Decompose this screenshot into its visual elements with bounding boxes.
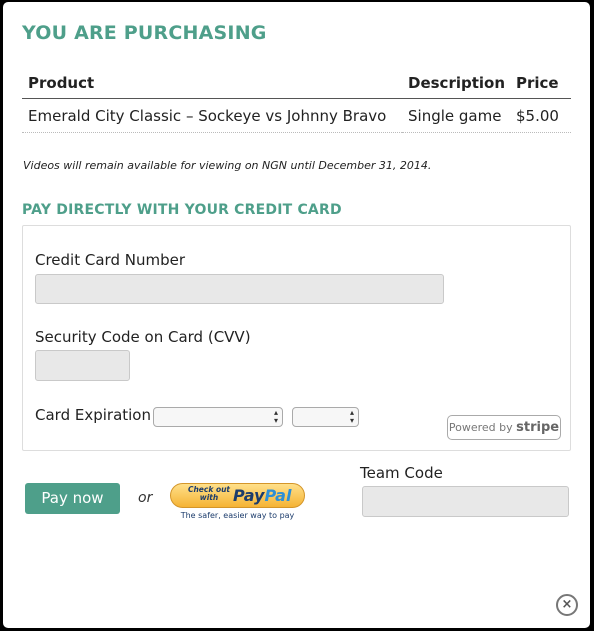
stripe-logo: stripe <box>516 420 560 435</box>
expiration-year-select[interactable]: ▴ ▾ <box>292 407 359 427</box>
credit-card-form: Credit Card Number Security Code on Card… <box>22 225 571 451</box>
powered-by-stripe-badge[interactable]: Powered by stripe <box>447 415 561 440</box>
stripe-prefix: Powered by <box>448 421 513 434</box>
column-header-price: Price <box>510 68 571 99</box>
paypal-checkout-button[interactable]: Check out with PayPal The safer, easier … <box>170 483 307 520</box>
product-price: $5.00 <box>510 98 571 133</box>
table-row: Emerald City Classic – Sockeye vs Johnny… <box>22 98 571 133</box>
purchase-modal: YOU ARE PURCHASING Product Description P… <box>3 2 590 628</box>
team-code-input[interactable] <box>362 486 569 517</box>
card-number-input[interactable] <box>35 274 444 304</box>
team-code-label: Team Code <box>360 464 443 482</box>
column-header-product: Product <box>22 68 402 99</box>
product-name: Emerald City Classic – Sockeye vs Johnny… <box>22 98 402 133</box>
paypal-tagline: The safer, easier way to pay <box>180 511 295 520</box>
expiration-label: Card Expiration <box>35 406 151 424</box>
product-description: Single game <box>402 98 510 133</box>
paypal-checkout-text: Check out with <box>187 485 231 502</box>
close-icon[interactable]: × <box>556 594 578 616</box>
paypal-button-pill: Check out with PayPal <box>170 483 305 508</box>
product-table: Product Description Price Emerald City C… <box>22 68 571 133</box>
select-arrows-icon: ▴ ▾ <box>349 408 354 425</box>
credit-card-section-title: PAY DIRECTLY WITH YOUR CREDIT CARD <box>22 202 342 218</box>
column-header-description: Description <box>402 68 510 99</box>
purchase-title: YOU ARE PURCHASING <box>22 22 267 44</box>
card-number-label: Credit Card Number <box>35 251 185 269</box>
availability-note: Videos will remain available for viewing… <box>23 159 432 172</box>
cvv-input[interactable] <box>35 350 130 381</box>
expiration-month-select[interactable]: ▴ ▾ <box>153 407 283 427</box>
or-separator: or <box>138 490 153 506</box>
cvv-label: Security Code on Card (CVV) <box>35 328 251 346</box>
select-arrows-icon: ▴ ▾ <box>273 408 278 425</box>
table-header-row: Product Description Price <box>22 68 571 99</box>
pay-now-button[interactable]: Pay now <box>25 483 120 514</box>
paypal-logo: PayPal <box>233 486 292 505</box>
